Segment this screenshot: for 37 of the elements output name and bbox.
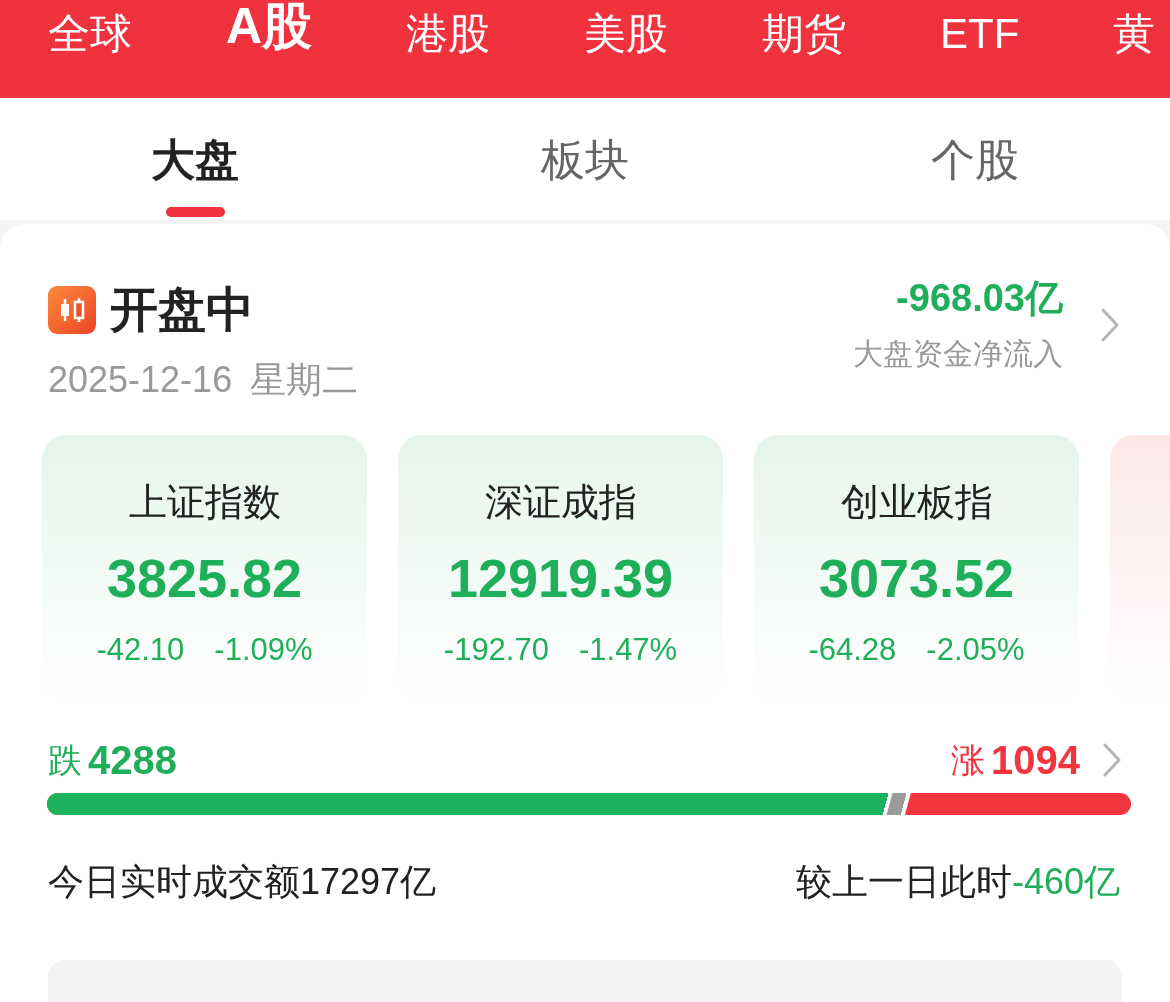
index-change: -64.28 xyxy=(808,631,897,669)
compare-label: 较上一日此时 xyxy=(795,860,1012,904)
view-tab[interactable]: 大盘 xyxy=(151,134,239,217)
view-tab[interactable]: 板块 xyxy=(541,134,629,186)
chevron-right-icon[interactable] xyxy=(1100,307,1120,343)
market-tab[interactable]: 港股 xyxy=(406,8,491,60)
session-date: 2025-12-16 xyxy=(48,358,233,402)
index-change-percent: -1.47% xyxy=(578,631,678,669)
session-status: 开盘中 xyxy=(110,284,254,336)
chevron-right-icon[interactable] xyxy=(1102,742,1122,778)
net-inflow-label: 大盘资金净流入 xyxy=(853,336,1063,372)
net-inflow-value: -968.03亿 xyxy=(896,276,1063,320)
candlestick-icon xyxy=(48,286,96,334)
index-value: 12919.39 xyxy=(447,547,674,609)
index-value: 3073.52 xyxy=(818,547,1015,609)
turnover-text: 今日实时成交额17297亿 xyxy=(48,860,437,904)
index-change: -42.10 xyxy=(96,631,185,669)
market-tab[interactable]: ETF xyxy=(940,8,1020,60)
rising-count: 1094 xyxy=(991,737,1080,784)
index-name: 创业板指 xyxy=(840,480,993,525)
market-tab[interactable]: 黄 xyxy=(1113,8,1156,60)
falling-label: 跌 xyxy=(48,740,82,781)
compare-value: -460亿 xyxy=(1011,860,1120,904)
index-change-percent: -2.05% xyxy=(926,631,1025,669)
market-tab[interactable]: A股 xyxy=(226,0,313,55)
falling-count: 4288 xyxy=(88,737,177,784)
index-name: 上证指数 xyxy=(128,480,281,525)
session-weekday: 星期二 xyxy=(250,358,359,402)
market-tab[interactable]: 期货 xyxy=(762,8,847,60)
market-tab[interactable]: 全球 xyxy=(48,8,132,60)
index-change-percent: -1.09% xyxy=(214,631,313,669)
rising-label: 涨 xyxy=(951,740,985,781)
index-change: -192.70 xyxy=(443,631,549,669)
index-value: 3825.82 xyxy=(106,547,303,609)
view-tab[interactable]: 个股 xyxy=(931,134,1019,186)
index-name: 深证成指 xyxy=(484,480,637,525)
market-tab[interactable]: 美股 xyxy=(584,8,669,60)
